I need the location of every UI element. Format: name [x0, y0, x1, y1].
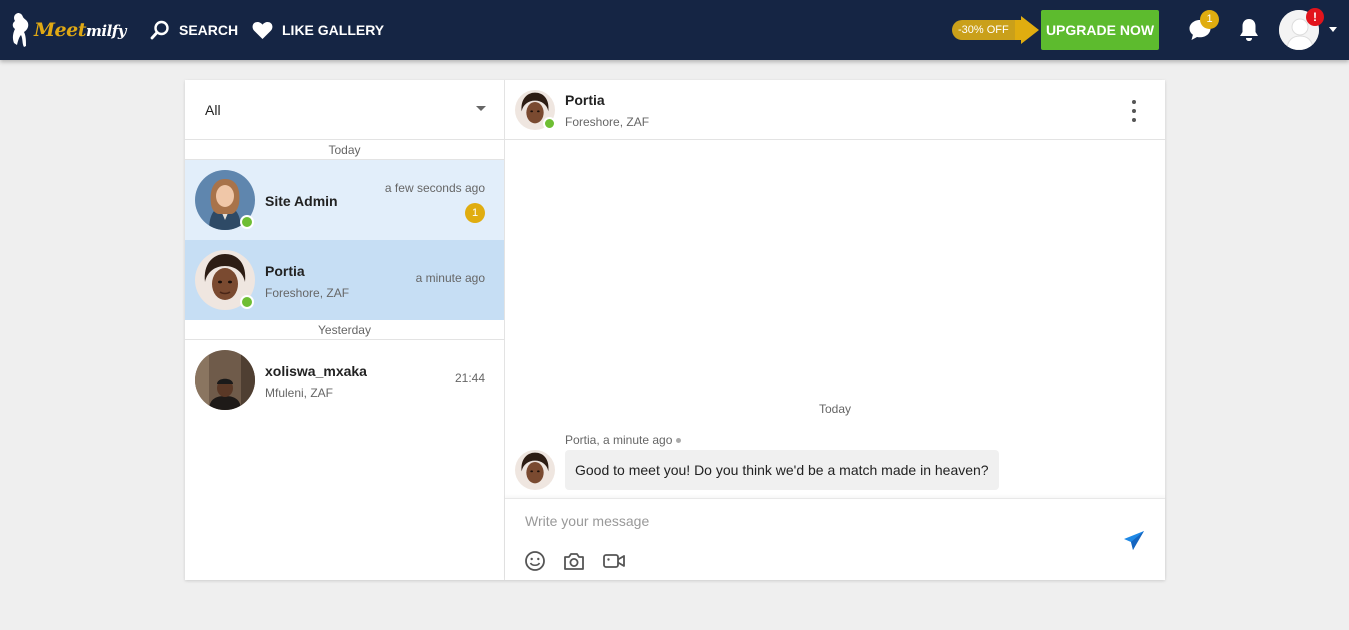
logo-silhouette-icon: [12, 13, 29, 47]
conversation-location: Foreshore, ZAF: [265, 286, 350, 300]
date-divider-yesterday: Yesterday: [185, 320, 504, 340]
logo-wordmark: Meetmilfy: [34, 19, 126, 41]
online-indicator: [240, 215, 254, 229]
message-composer: [505, 498, 1165, 580]
discount-label: -30% OFF: [952, 20, 1015, 40]
nav-search-label: SEARCH: [179, 22, 239, 38]
conversation-item-site-admin[interactable]: Site Admin a few seconds ago 1: [185, 160, 504, 240]
nav-like-gallery-link[interactable]: LIKE GALLERY: [252, 17, 384, 43]
send-icon[interactable]: [1122, 529, 1146, 553]
unread-count-badge: 1: [465, 203, 485, 223]
conversation-list: All Today Site Admin a few seconds ago 1: [185, 80, 505, 580]
message-bubble: Good to meet you! Do you think we'd be a…: [565, 450, 999, 490]
chat-partner-location: Foreshore, ZAF: [565, 115, 650, 129]
conversation-location: Mfuleni, ZAF: [265, 386, 334, 400]
conversation-name: xoliswa_mxaka: [265, 363, 367, 379]
conversation-name: Portia: [265, 263, 305, 279]
nav-search-link[interactable]: SEARCH: [150, 17, 238, 43]
arrow-right-icon: [1020, 16, 1039, 44]
avatar-image: [515, 450, 555, 490]
camera-icon[interactable]: [562, 550, 586, 572]
date-divider-today: Today: [185, 140, 504, 160]
status-dot-icon: [676, 438, 682, 444]
conversation-time: a few seconds ago: [384, 181, 485, 195]
messenger-panel: All Today Site Admin a few seconds ago 1: [185, 80, 1165, 580]
online-indicator: [543, 117, 556, 130]
conversation-item-portia[interactable]: Portia Foreshore, ZAF a minute ago: [185, 240, 504, 320]
discount-tag[interactable]: -30% OFF: [952, 16, 1039, 44]
nav-like-gallery-label: LIKE GALLERY: [282, 22, 385, 38]
conversation-time: 21:44: [454, 371, 485, 385]
conversation-time: a minute ago: [415, 271, 485, 285]
bell-icon[interactable]: [1238, 17, 1260, 43]
chat-partner-name[interactable]: Portia: [565, 92, 605, 108]
upgrade-now-button[interactable]: UPGRADE NOW: [1041, 10, 1159, 50]
message-avatar: [515, 450, 555, 490]
top-navbar: Meetmilfy SEARCH LIKE GALLERY -30% OFF U…: [0, 0, 1349, 60]
message-sender-time: Portia, a minute ago: [565, 433, 673, 447]
logo-text-meet: Meet: [34, 19, 87, 41]
conversation-name: Site Admin: [265, 193, 338, 209]
message-input[interactable]: [525, 511, 1085, 531]
chevron-down-icon: [476, 106, 486, 111]
conversation-filter-select[interactable]: All: [185, 80, 504, 140]
alert-badge: !: [1306, 8, 1324, 26]
avatar-image: [195, 350, 255, 410]
filter-value: All: [205, 102, 221, 118]
logo-text-milfy: milfy: [86, 22, 126, 40]
message-date-divider: Today: [818, 402, 852, 416]
chat-header: Portia Foreshore, ZAF: [505, 80, 1165, 140]
more-vertical-icon[interactable]: [1125, 100, 1143, 122]
video-icon[interactable]: [602, 550, 626, 572]
avatar: [195, 350, 255, 410]
online-indicator: [240, 295, 254, 309]
conversation-item-xoliswa-mxaka[interactable]: xoliswa_mxaka Mfuleni, ZAF 21:44: [185, 340, 504, 420]
chevron-down-icon[interactable]: [1329, 27, 1337, 32]
heart-icon: [252, 21, 273, 39]
messages-count-badge: 1: [1200, 10, 1219, 29]
emoji-icon[interactable]: [523, 550, 547, 572]
site-logo[interactable]: Meetmilfy: [10, 10, 126, 50]
chat-pane: Portia Foreshore, ZAF Today Portia, a mi…: [505, 80, 1165, 580]
message-meta: Portia, a minute ago: [565, 433, 682, 447]
search-icon: [150, 20, 169, 40]
